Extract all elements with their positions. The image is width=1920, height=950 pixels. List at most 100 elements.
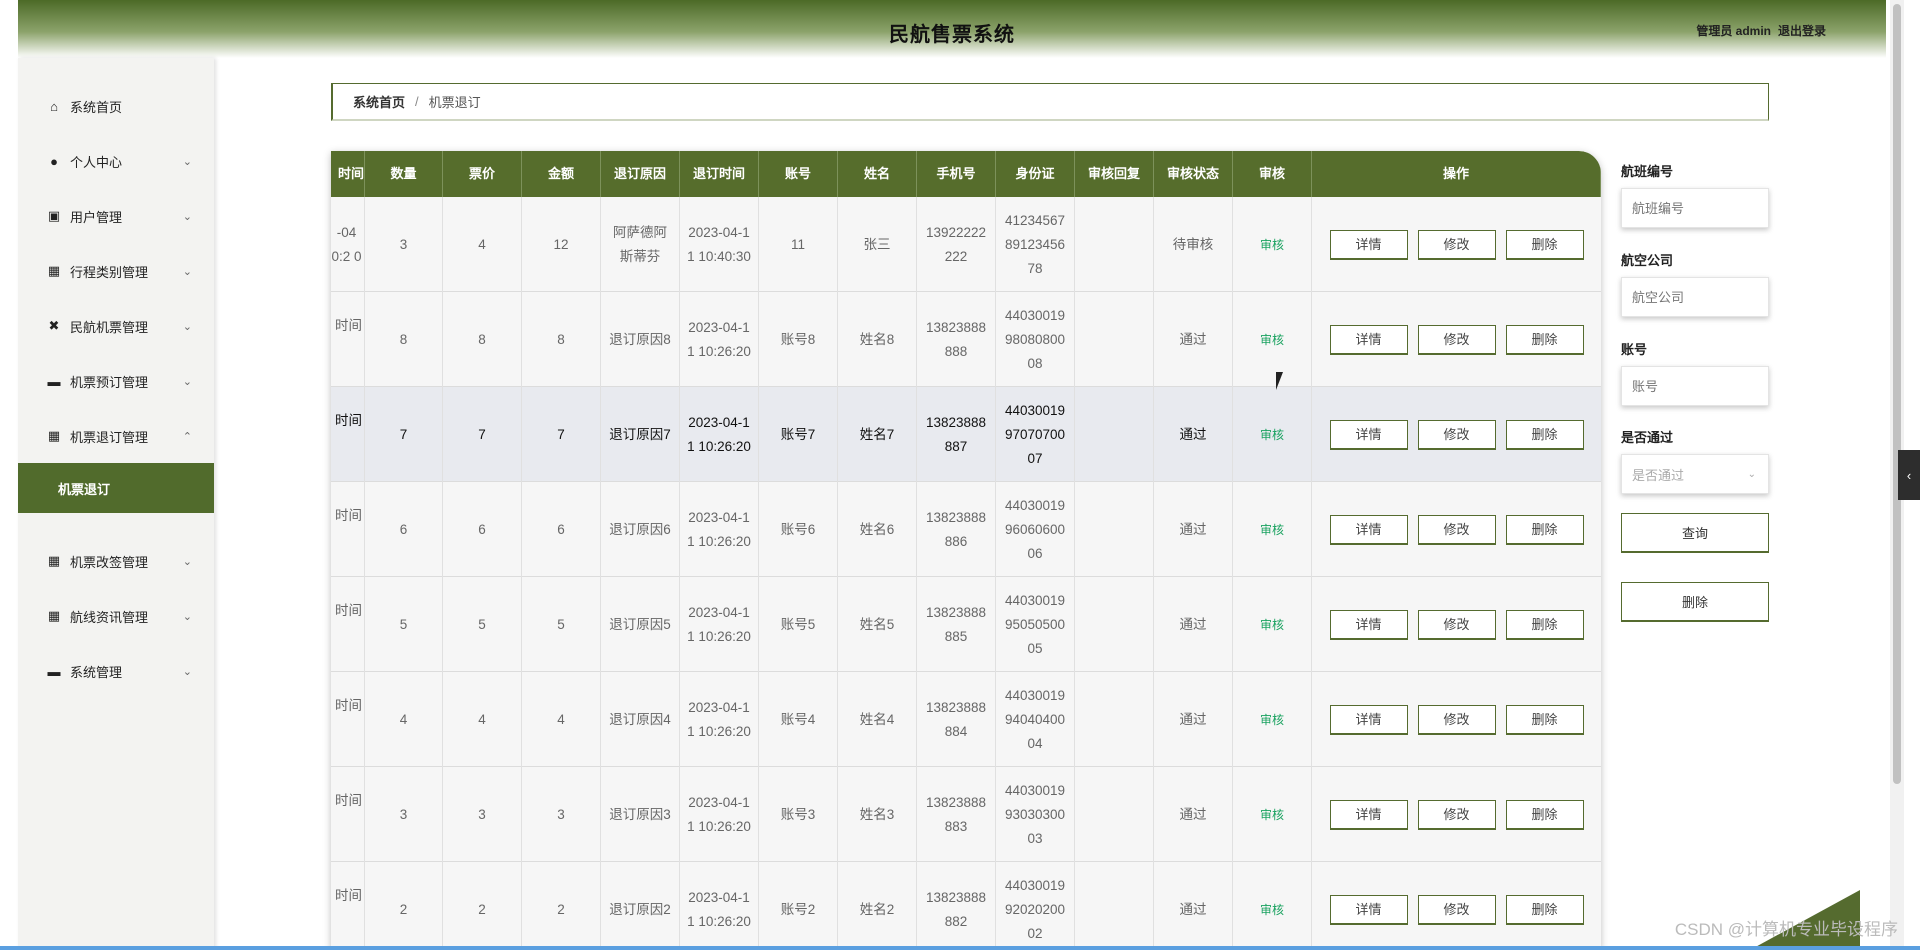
column-header: 金额 — [522, 151, 601, 197]
delete-button[interactable]: 删除 — [1505, 609, 1584, 640]
batch-delete-button[interactable]: 删除 — [1621, 582, 1769, 622]
cell-audit: 审核 — [1233, 387, 1312, 482]
sidebar-item-9[interactable]: ▬ 系统管理 ⌄ — [18, 651, 214, 691]
sidebar-item-0[interactable]: ⌂ 系统首页 — [18, 86, 214, 126]
audit-link[interactable]: 审核 — [1260, 233, 1284, 257]
audit-link[interactable]: 审核 — [1260, 518, 1284, 542]
chevron-icon: ⌄ — [182, 265, 192, 278]
cell-idcard: 440300199202020002 — [996, 862, 1075, 950]
sidebar-item-5[interactable]: ▬ 机票预订管理 ⌄ — [18, 361, 214, 401]
cell-amount: 5 — [522, 577, 601, 672]
edit-button[interactable]: 修改 — [1417, 514, 1496, 545]
cell-qty: 4 — [365, 672, 443, 767]
sidebar-item-1[interactable]: ● 个人中心 ⌄ — [18, 141, 214, 181]
delete-button[interactable]: 删除 — [1505, 704, 1584, 735]
chevron-icon: ⌄ — [182, 610, 192, 623]
account-input[interactable] — [1621, 366, 1769, 406]
sidebar-item-label: 民航机票管理 — [70, 319, 149, 335]
cell-time: 时间 — [331, 862, 365, 950]
delete-button[interactable]: 删除 — [1505, 324, 1584, 355]
chevron-left-icon: ‹ — [1906, 467, 1912, 483]
cell-idcard: 440300199303030003 — [996, 767, 1075, 862]
cell-audit: 审核 — [1233, 672, 1312, 767]
audit-link[interactable]: 审核 — [1260, 708, 1284, 732]
audit-link[interactable]: 审核 — [1260, 803, 1284, 827]
flight-no-input[interactable] — [1621, 188, 1769, 228]
column-header: 审核回复 — [1075, 151, 1154, 197]
pass-status-select[interactable]: 是否通过 ⌄ — [1621, 454, 1769, 494]
sidebar-item-3[interactable]: ▦ 行程类别管理 ⌄ — [18, 251, 214, 291]
cell-rtime: 2023-04-11 10:40:30 — [680, 197, 759, 292]
audit-link[interactable]: 审核 — [1260, 328, 1284, 352]
cell-actions: 详情 修改 删除 — [1312, 387, 1601, 482]
scrollbar-thumb[interactable] — [1893, 4, 1901, 784]
edit-button[interactable]: 修改 — [1417, 894, 1496, 925]
column-header: 退订时间 — [680, 151, 759, 197]
cell-phone: 13922222222 — [917, 197, 996, 292]
column-header: 时间 — [331, 151, 365, 197]
edit-button[interactable]: 修改 — [1417, 799, 1496, 830]
delete-button[interactable]: 删除 — [1505, 419, 1584, 450]
detail-button[interactable]: 详情 — [1329, 799, 1408, 830]
cell-actions: 详情 修改 删除 — [1312, 672, 1601, 767]
detail-button[interactable]: 详情 — [1329, 894, 1408, 925]
pass-status-placeholder: 是否通过 — [1632, 467, 1685, 483]
table-row: 时间 4 4 4 退订原因4 2023-04-11 10:26:20 账号4 姓名4 13823… — [331, 672, 1601, 767]
detail-button[interactable]: 详情 — [1329, 324, 1408, 355]
cell-price: 7 — [443, 387, 522, 482]
sidebar: ⌂ 系统首页 ● 个人中心 ⌄ ▣ 用户管理 ⌄ ▦ 行程类别管理 ⌄ ✖ 民航机票管理 ⌄ ▬ 机票预订管理… — [18, 58, 214, 950]
grid-icon: ▦ — [47, 553, 61, 568]
sidebar-item-2[interactable]: ▣ 用户管理 ⌄ — [18, 196, 214, 236]
sidebar-item-8[interactable]: ▦ 航线资讯管理 ⌄ — [18, 596, 214, 636]
cell-status: 通过 — [1154, 482, 1233, 577]
delete-button[interactable]: 删除 — [1505, 514, 1584, 545]
cell-name: 姓名4 — [838, 672, 917, 767]
edit-button[interactable]: 修改 — [1417, 419, 1496, 450]
cell-rtime: 2023-04-11 10:26:20 — [680, 672, 759, 767]
audit-link[interactable]: 审核 — [1260, 613, 1284, 637]
query-button[interactable]: 查询 — [1621, 513, 1769, 553]
table-header: 时间 数量 票价 金额 退订原因 退订时间 账号 姓名 手机号 身份证 审核回复 审核状态 审核 操作 — [331, 151, 1601, 197]
message-icon: ▬ — [47, 663, 61, 679]
cell-audit: 审核 — [1233, 767, 1312, 862]
edit-button[interactable]: 修改 — [1417, 229, 1496, 260]
delete-button[interactable]: 删除 — [1505, 799, 1584, 830]
edit-button[interactable]: 修改 — [1417, 609, 1496, 640]
sidebar-item-4[interactable]: ✖ 民航机票管理 ⌄ — [18, 306, 214, 346]
delete-button[interactable]: 删除 — [1505, 894, 1584, 925]
cell-actions: 详情 修改 删除 — [1312, 767, 1601, 862]
cell-account: 账号3 — [759, 767, 838, 862]
sidebar-item-7[interactable]: ▦ 机票改签管理 ⌄ — [18, 541, 214, 581]
cell-reason: 退订原因7 — [601, 387, 680, 482]
sidebar-item-label: 用户管理 — [70, 209, 123, 225]
audit-link[interactable]: 审核 — [1260, 423, 1284, 447]
sidebar-item-6[interactable]: ▦ 机票退订管理 ⌃ — [18, 416, 214, 456]
cell-status: 通过 — [1154, 387, 1233, 482]
cell-rtime: 2023-04-11 10:26:20 — [680, 577, 759, 672]
detail-button[interactable]: 详情 — [1329, 704, 1408, 735]
cell-phone: 13823888887 — [917, 387, 996, 482]
edit-button[interactable]: 修改 — [1417, 704, 1496, 735]
table-row: 时间 5 5 5 退订原因5 2023-04-11 10:26:20 账号5 姓名5 13823… — [331, 577, 1601, 672]
collapse-panel-button[interactable]: ‹ — [1898, 450, 1920, 500]
airline-input[interactable] — [1621, 277, 1769, 317]
cell-qty: 3 — [365, 197, 443, 292]
audit-link[interactable]: 审核 — [1260, 898, 1284, 922]
cell-price: 4 — [443, 197, 522, 292]
sidebar-item-label: 机票退订管理 — [70, 429, 149, 445]
cell-phone: 13823888885 — [917, 577, 996, 672]
detail-button[interactable]: 详情 — [1329, 514, 1408, 545]
table-row: 时间 8 8 8 退订原因8 2023-04-11 10:26:20 账号8 姓名8 13823… — [331, 292, 1601, 387]
detail-button[interactable]: 详情 — [1329, 609, 1408, 640]
sidebar-subitem-refund[interactable]: 机票退订 — [18, 463, 214, 513]
cell-reply — [1075, 197, 1154, 292]
sidebar-item-label: 机票预订管理 — [70, 374, 149, 390]
logout-link[interactable]: 退出登录 — [1778, 22, 1826, 39]
edit-button[interactable]: 修改 — [1417, 324, 1496, 355]
breadcrumb-home[interactable]: 系统首页 — [353, 92, 405, 111]
mouse-cursor-icon — [1276, 372, 1283, 390]
cell-time: 时间 — [331, 482, 365, 577]
delete-button[interactable]: 删除 — [1505, 229, 1584, 260]
detail-button[interactable]: 详情 — [1329, 419, 1408, 450]
detail-button[interactable]: 详情 — [1329, 229, 1408, 260]
